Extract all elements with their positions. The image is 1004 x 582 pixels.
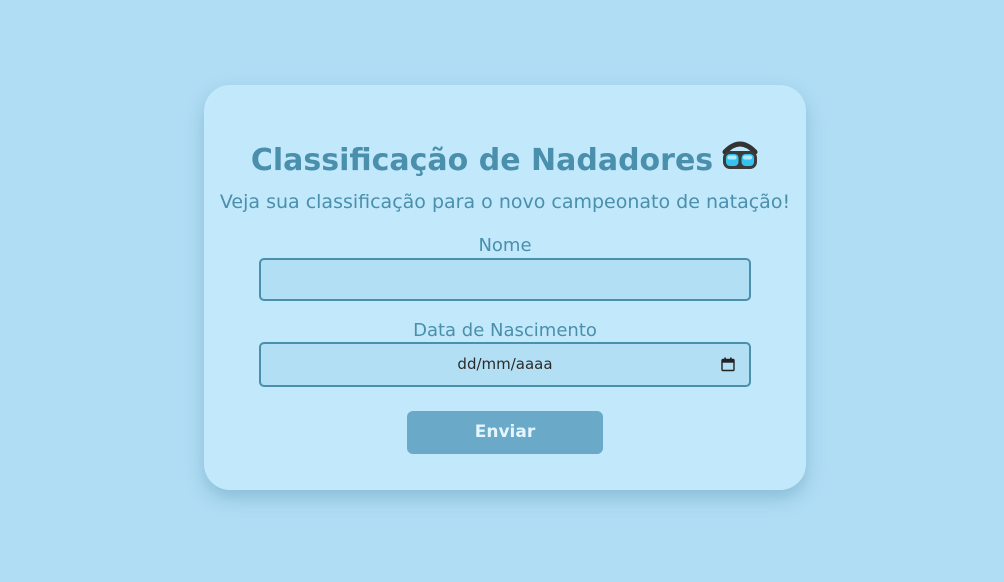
page-subtitle: Veja sua classificação para o novo campe… [219,191,791,213]
title-text: Classificação de Nadadores [250,143,714,178]
birthdate-input[interactable]: dd/mm/aaaa [259,342,751,387]
birthdate-placeholder: dd/mm/aaaa [457,355,553,373]
swim-goggles-icon [721,138,759,180]
submit-button[interactable]: Enviar [407,411,603,454]
page-title: Classificação de Nadadores [204,141,806,180]
birthdate-label: Data de Nascimento [413,320,597,341]
form-card: Classificação de Nadadores Veja sua clas… [204,85,806,490]
calendar-icon[interactable] [721,357,735,376]
name-label: Nome [478,235,532,256]
name-input[interactable] [259,258,751,301]
